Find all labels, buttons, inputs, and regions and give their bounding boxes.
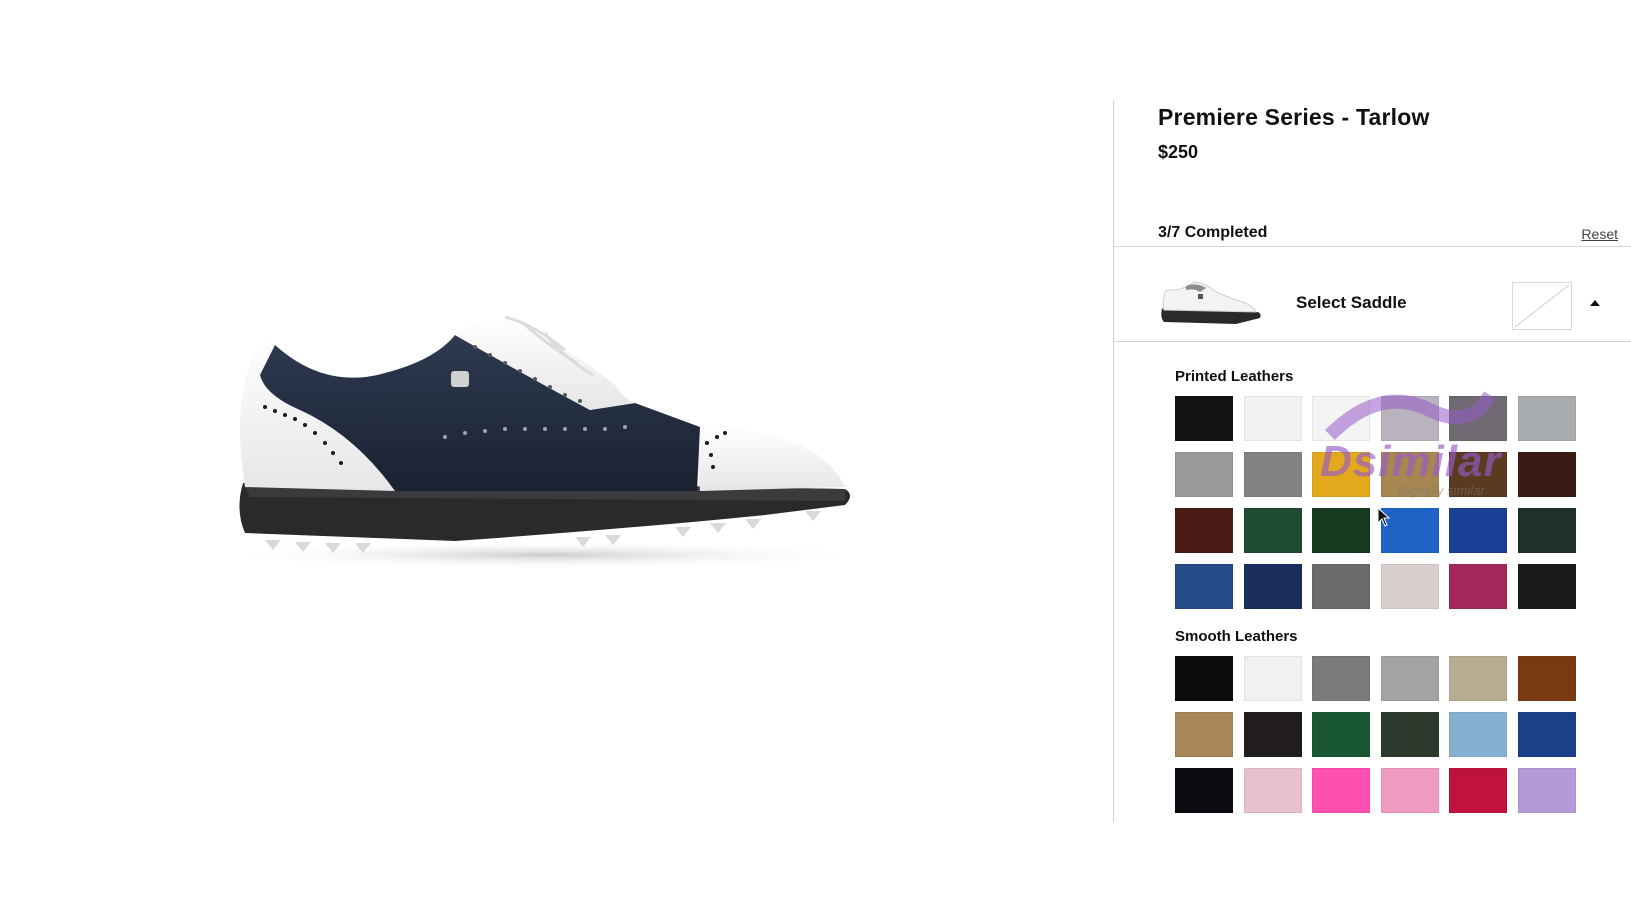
color-swatch[interactable] [1449, 452, 1507, 497]
color-swatch[interactable] [1517, 768, 1576, 813]
color-swatch[interactable] [1380, 656, 1439, 701]
color-swatch[interactable] [1449, 712, 1507, 757]
color-swatch[interactable] [1380, 712, 1439, 757]
product-price: $250 [1158, 142, 1199, 162]
shoe-preview-image[interactable] [205, 315, 925, 595]
product-preview-area [0, 0, 1110, 917]
shoe-thumbnail-icon [1156, 278, 1264, 328]
golf-shoe-icon [215, 315, 875, 569]
chevron-up-icon[interactable] [1590, 300, 1600, 306]
color-swatch[interactable] [1380, 452, 1439, 497]
divider [1114, 341, 1631, 342]
color-swatch[interactable] [1517, 452, 1576, 497]
color-swatch[interactable] [1517, 564, 1576, 609]
step-label: Select Saddle [1296, 293, 1407, 312]
progress-label: 3/7 Completed [1158, 224, 1268, 241]
color-swatch[interactable] [1449, 768, 1507, 813]
color-swatch[interactable] [1449, 508, 1507, 553]
color-swatch[interactable] [1517, 396, 1576, 441]
color-swatch[interactable] [1449, 396, 1507, 441]
color-swatch[interactable] [1175, 452, 1233, 497]
color-swatch[interactable] [1312, 768, 1370, 813]
color-swatch[interactable] [1243, 396, 1302, 441]
color-swatch[interactable] [1243, 656, 1302, 701]
step-select-saddle[interactable]: Select Saddle [1114, 256, 1631, 353]
section-title-printed-leathers: Printed Leathers [1175, 368, 1294, 385]
color-swatch[interactable] [1449, 564, 1507, 609]
selected-swatch-empty [1512, 282, 1572, 330]
color-swatch[interactable] [1380, 768, 1439, 813]
color-swatch[interactable] [1243, 712, 1302, 757]
mouse-cursor-icon [1377, 506, 1391, 527]
color-swatch[interactable] [1175, 508, 1233, 553]
color-swatch[interactable] [1517, 508, 1576, 553]
color-swatch[interactable] [1312, 508, 1370, 553]
color-swatch[interactable] [1517, 656, 1576, 701]
color-swatch[interactable] [1312, 712, 1370, 757]
color-swatch[interactable] [1243, 508, 1302, 553]
color-swatch[interactable] [1312, 396, 1370, 441]
color-swatch[interactable] [1380, 396, 1439, 441]
color-swatch[interactable] [1175, 564, 1233, 609]
color-swatch[interactable] [1380, 564, 1439, 609]
color-swatch[interactable] [1175, 396, 1233, 441]
color-swatch[interactable] [1312, 564, 1370, 609]
color-swatch[interactable] [1517, 712, 1576, 757]
color-swatch[interactable] [1243, 564, 1302, 609]
color-swatch[interactable] [1175, 768, 1233, 813]
printed-leathers-grid [1175, 396, 1585, 611]
section-title-smooth-leathers: Smooth Leathers [1175, 628, 1298, 645]
color-swatch[interactable] [1243, 768, 1302, 813]
color-swatch[interactable] [1243, 452, 1302, 497]
color-swatch[interactable] [1175, 712, 1233, 757]
customizer-panel: Premiere Series - Tarlow $250 3/7 Comple… [1113, 100, 1631, 822]
color-swatch[interactable] [1312, 452, 1370, 497]
color-swatch[interactable] [1175, 656, 1233, 701]
color-swatch[interactable] [1312, 656, 1370, 701]
color-swatch[interactable] [1449, 656, 1507, 701]
reset-link[interactable]: Reset [1581, 226, 1618, 242]
smooth-leathers-grid [1175, 656, 1585, 822]
product-title: Premiere Series - Tarlow [1158, 104, 1430, 130]
divider [1114, 246, 1631, 247]
